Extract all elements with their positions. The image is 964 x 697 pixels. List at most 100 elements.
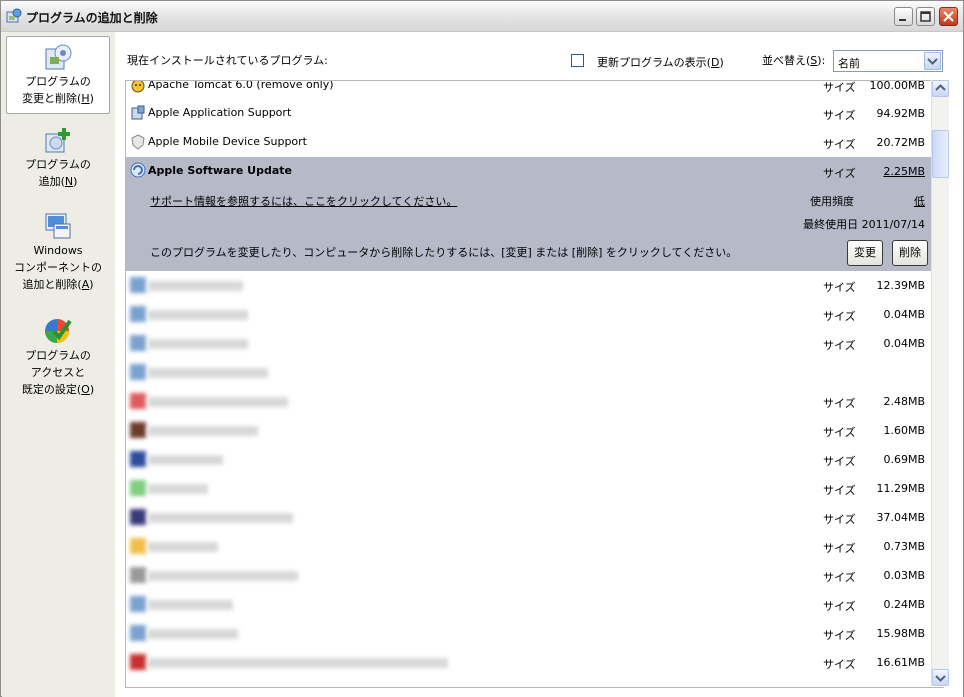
size-value: 0.04MB — [883, 337, 925, 350]
maximize-button[interactable] — [916, 7, 935, 26]
list-item[interactable]: サイズ 0.04MB — [126, 300, 931, 329]
tomcat-icon — [131, 81, 145, 93]
last-used-date: 最終使用日 2011/07/14 — [803, 218, 925, 231]
size-label: サイズ — [823, 426, 856, 439]
scroll-down-button[interactable] — [932, 669, 949, 686]
program-icon — [130, 567, 146, 583]
size-label: サイズ — [823, 484, 856, 497]
add-remove-programs-window: プログラムの追加と削除 プログラムの 変更と削除(H) プログラムの 追加(N)… — [0, 0, 964, 697]
software-update-icon — [130, 162, 146, 178]
program-name-redacted — [148, 629, 238, 639]
list-item[interactable]: Apple Mobile Device Support サイズ 20.72MB — [126, 128, 931, 157]
size-label: サイズ — [823, 281, 856, 294]
show-updates-label[interactable]: 更新プログラムの表示(D) — [597, 54, 724, 70]
list-item[interactable]: サイズ 37.04MB — [126, 503, 931, 532]
selected-program-name: Apple Software Update — [148, 164, 292, 177]
remove-button[interactable]: 削除 — [892, 240, 928, 266]
program-icon — [130, 422, 146, 438]
selected-program[interactable]: Apple Software Update サイズ 2.25MB サポート情報を… — [126, 157, 931, 271]
vertical-scrollbar[interactable] — [931, 80, 949, 686]
program-name-redacted — [148, 571, 298, 581]
title-bar[interactable]: プログラムの追加と削除 — [1, 1, 963, 32]
size-label: サイズ — [823, 310, 856, 323]
support-info-link[interactable]: サポート情報を参照するには、ここをクリックしてください。 — [150, 193, 457, 209]
size-label: サイズ — [823, 455, 856, 468]
program-icon — [130, 480, 146, 496]
program-icon — [130, 625, 146, 641]
list-item[interactable] — [126, 358, 931, 387]
program-icon — [130, 335, 146, 351]
size-value-link[interactable]: 2.25MB — [883, 165, 925, 178]
list-item[interactable]: サイズ 0.24MB — [126, 590, 931, 619]
program-name-redacted — [148, 542, 218, 552]
program-icon — [130, 538, 146, 554]
list-item[interactable]: Apple Application Support サイズ 94.92MB — [126, 99, 931, 128]
installer-icon — [131, 105, 145, 120]
program-name: Apple Mobile Device Support — [148, 135, 307, 148]
size-label: サイズ — [823, 81, 856, 94]
program-list[interactable]: Apache Tomcat 6.0 (remove only) サイズ 100.… — [125, 80, 944, 688]
list-item[interactable]: サイズ 0.73MB — [126, 532, 931, 561]
sidebar-item-program-access[interactable]: プログラムの アクセスと 既定の設定(O) — [6, 315, 110, 401]
change-remove-description: このプログラムを変更したり、コンピュータから削除したりするには、[変更] または… — [150, 246, 738, 259]
size-label: サイズ — [823, 600, 856, 613]
size-value: 0.24MB — [883, 598, 925, 611]
size-value: 0.04MB — [883, 308, 925, 321]
size-value: 0.69MB — [883, 453, 925, 466]
sort-by-value: 名前 — [838, 57, 860, 70]
sidebar-item-label: プログラムの 追加(N) — [25, 158, 91, 188]
size-value: 20.72MB — [876, 136, 925, 149]
windows-components-icon — [45, 213, 71, 239]
size-value: 37.04MB — [876, 511, 925, 524]
list-item[interactable]: サイズ 1.60MB — [126, 416, 931, 445]
list-item[interactable]: サイズ 0.69MB — [126, 445, 931, 474]
list-item[interactable]: サイズ 16.61MB — [126, 648, 931, 677]
scroll-up-button[interactable] — [932, 80, 949, 97]
frequency-label: 使用頻度 — [810, 195, 854, 208]
program-name-redacted — [148, 658, 448, 668]
chevron-up-icon — [935, 84, 946, 91]
sidebar-item-add-programs[interactable]: プログラムの 追加(N) — [6, 124, 110, 194]
sidebar-item-change-remove[interactable]: プログラムの 変更と削除(H) — [6, 36, 110, 114]
size-label: サイズ — [823, 397, 856, 410]
size-label: サイズ — [823, 629, 856, 642]
size-label: サイズ — [823, 138, 856, 151]
list-item[interactable]: Apache Tomcat 6.0 (remove only) サイズ 100.… — [126, 80, 931, 100]
close-button[interactable] — [939, 7, 958, 26]
maximize-icon — [920, 11, 931, 22]
frequency-value-link[interactable]: 低 — [914, 193, 925, 209]
main-panel: 現在インストールされているプログラム: 更新プログラムの表示(D) 並べ替え(S… — [115, 32, 963, 697]
size-value: 0.03MB — [883, 569, 925, 582]
change-button[interactable]: 変更 — [847, 240, 883, 266]
program-icon — [130, 596, 146, 612]
program-access-defaults-icon — [45, 319, 72, 343]
list-item[interactable]: サイズ 12.39MB — [126, 271, 931, 300]
dropdown-arrow-button[interactable] — [924, 52, 941, 70]
program-icon — [130, 364, 146, 380]
minimize-button[interactable] — [894, 7, 913, 26]
sort-by-select[interactable]: 名前 — [833, 50, 943, 72]
program-icon — [130, 509, 146, 525]
list-item[interactable]: サイズ 0.04MB — [126, 329, 931, 358]
show-updates-checkbox[interactable] — [571, 54, 584, 67]
program-name-redacted — [148, 600, 233, 610]
size-value: 15.98MB — [876, 627, 925, 640]
program-name-redacted — [148, 368, 268, 378]
shield-icon — [131, 134, 145, 150]
list-item[interactable]: サイズ 11.29MB — [126, 474, 931, 503]
chevron-down-icon — [935, 675, 946, 682]
sidebar-item-windows-components[interactable]: Windows コンポーネントの 追加と削除(A) — [6, 210, 110, 296]
minimize-icon — [899, 19, 906, 21]
program-name-redacted — [148, 281, 243, 291]
list-item[interactable]: サイズ 0.03MB — [126, 561, 931, 590]
size-label: サイズ — [823, 542, 856, 555]
size-value: 2.48MB — [883, 395, 925, 408]
size-label: サイズ — [823, 658, 856, 671]
list-item[interactable]: サイズ 2.48MB — [126, 387, 931, 416]
size-value: 1.60MB — [883, 424, 925, 437]
scroll-thumb[interactable] — [932, 130, 949, 178]
program-name: Apache Tomcat 6.0 (remove only) — [148, 80, 334, 91]
size-label: サイズ — [823, 167, 856, 180]
program-icon — [130, 451, 146, 467]
list-item[interactable]: サイズ 15.98MB — [126, 619, 931, 648]
